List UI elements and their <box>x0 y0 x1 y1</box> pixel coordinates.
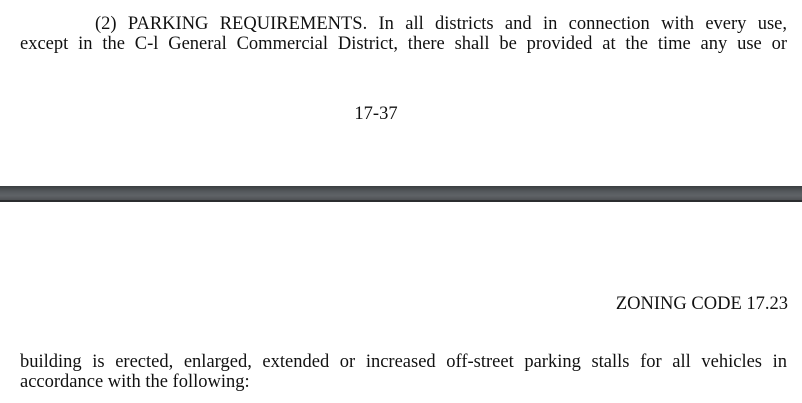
paragraph-line: building is erected, enlarged, extended … <box>20 352 787 372</box>
document-page-bottom: ZONING CODE 17.23 building is erected, e… <box>0 202 802 403</box>
running-header: ZONING CODE 17.23 <box>615 294 788 314</box>
page-divider <box>0 186 802 202</box>
paragraph-line: (2) PARKING REQUIREMENTS. In all distric… <box>95 14 787 34</box>
paragraph-line: except in the C-l General Commercial Dis… <box>20 34 787 54</box>
paragraph-line: accordance with the following: <box>20 372 250 392</box>
document-page-top: (2) PARKING REQUIREMENTS. In all distric… <box>0 0 802 186</box>
page-number: 17-37 <box>354 104 398 124</box>
